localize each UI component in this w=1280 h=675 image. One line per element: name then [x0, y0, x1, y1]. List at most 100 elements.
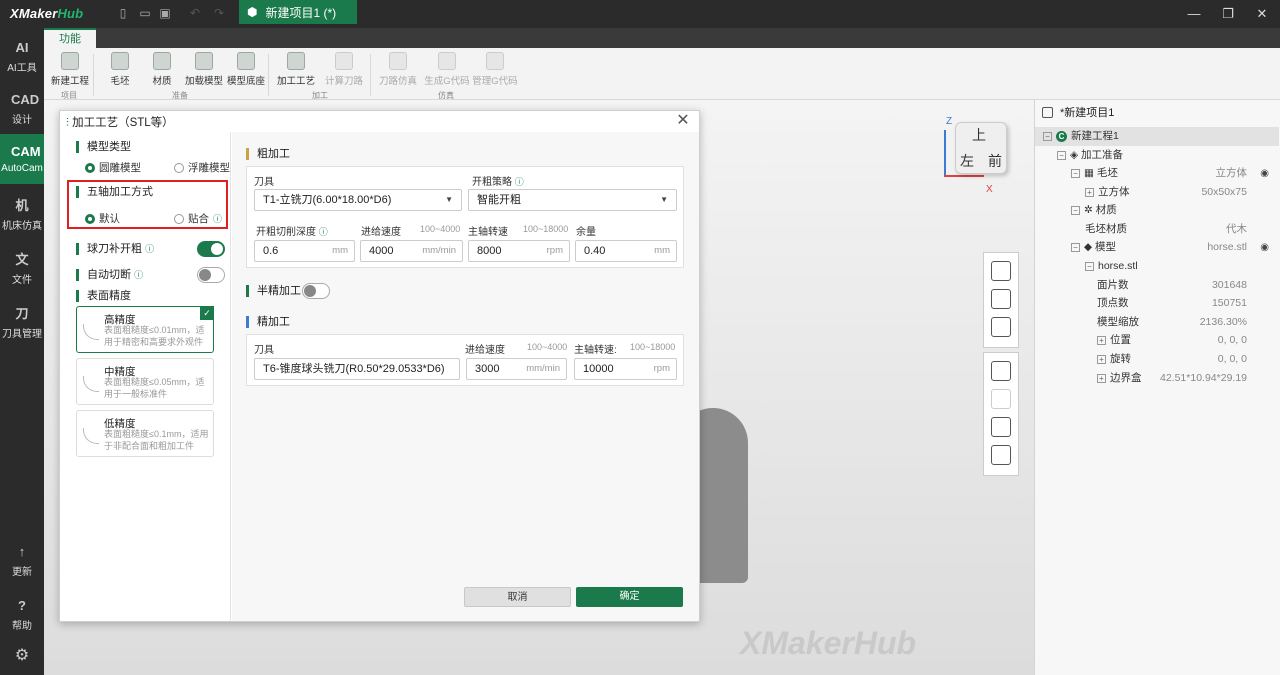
rough-tool-select[interactable]: T1-立铣刀(6.00*18.00*D6) ▼ [254, 189, 462, 211]
button-label: 模型底座 [226, 76, 265, 87]
load-model-button[interactable]: 加载模型 [184, 52, 224, 87]
radio-relief-model[interactable]: 浮雕模型 [174, 160, 230, 175]
generate-gcode-button[interactable]: 生成G代码 [424, 52, 470, 87]
semi-finish-toggle[interactable] [302, 283, 330, 299]
finish-feed-input[interactable]: 3000 mm/min [466, 358, 567, 380]
tree-value: 42.51*10.94*29.19 [1160, 372, 1247, 384]
cube-face-top[interactable]: 上 [972, 125, 986, 145]
material-button[interactable]: 材质 [142, 52, 182, 87]
ok-button[interactable]: 确定 [576, 587, 683, 607]
manage-gcode-button[interactable]: 管理G代码 [472, 52, 518, 87]
refresh-view-icon[interactable] [991, 261, 1011, 281]
depth-input[interactable]: 0.6 mm [254, 240, 355, 262]
save-icon[interactable]: ▣ [158, 6, 172, 20]
calc-toolpath-button[interactable]: 计算刀路 [324, 52, 364, 87]
tree-row-stock[interactable]: − ▦ 毛坯 立方体 ◉ [1035, 164, 1279, 183]
toolpath-sim-button[interactable]: 刀路仿真 [378, 52, 418, 87]
undo-icon[interactable]: ↶ [188, 6, 202, 20]
stock-visibility-icon[interactable] [991, 417, 1011, 437]
info-icon[interactable]: ⓘ [134, 270, 143, 280]
cube-face-left[interactable]: 左 [960, 151, 974, 171]
close-icon[interactable]: ✕ [1252, 4, 1272, 24]
sidebar-item-machine-sim[interactable]: 机机床仿真 [0, 188, 44, 238]
info-icon[interactable]: ⓘ [515, 177, 524, 187]
new-file-icon[interactable]: ▯ [116, 6, 130, 20]
strategy-select[interactable]: 智能开粗 ▼ [468, 189, 677, 211]
select-value: 智能开粗 [477, 194, 521, 206]
sidebar-item-update[interactable]: ↑ 更新 [0, 534, 44, 584]
depth-label: 开粗切削深度 ⓘ [256, 223, 328, 238]
tree-row-cube[interactable]: + 立方体 50x50x75 [1035, 183, 1279, 202]
button-label: 材质 [152, 76, 172, 87]
open-folder-icon[interactable]: ▭ [138, 6, 152, 20]
input-value: 0.40 [584, 245, 606, 257]
auto-cut-toggle[interactable] [197, 267, 225, 283]
tree-row-horse[interactable]: − horse.stl [1035, 257, 1279, 276]
stock-button[interactable]: 毛坯 [100, 52, 140, 87]
precision-card-low[interactable]: 低精度 表面粗糙度≤0.1mm，适用于非配合面和粗加工件 [76, 410, 214, 457]
info-icon[interactable]: ⓘ [319, 227, 328, 237]
dialog-close-icon[interactable]: ✕ [676, 113, 690, 129]
tree-row-project[interactable]: − C 新建工程1 [1035, 127, 1279, 146]
radio-round-model[interactable]: 圆雕模型 [85, 160, 141, 175]
finish-spindle-input[interactable]: 10000 rpm [574, 358, 677, 380]
eye-icon[interactable]: ◉ [1260, 165, 1269, 184]
rough-spindle-range: 100~18000 [523, 224, 569, 234]
rough-feed-input[interactable]: 4000 mm/min [360, 240, 463, 262]
tool-visibility-icon[interactable] [991, 445, 1011, 465]
card-desc: 表面粗糙度≤0.01mm，适用于精密和高要求外观件 [104, 325, 205, 347]
sidebar-item-file[interactable]: 文文件 [0, 242, 44, 292]
axis-visibility-icon[interactable] [991, 361, 1011, 381]
tree-title: *新建项目1 [1034, 102, 1280, 124]
ribbon-separator [370, 54, 371, 96]
tree-value: 150751 [1211, 297, 1247, 309]
tree-value: horse.stl [1207, 241, 1247, 253]
label-text: 开粗策略 [472, 177, 512, 188]
tree-row-prepare[interactable]: − ◈ 加工准备 [1035, 146, 1279, 165]
tree-row-position[interactable]: + 位置 0, 0, 0 [1035, 331, 1279, 350]
project-tab[interactable]: ⬢ 新建项目1 (*) [239, 0, 357, 24]
tree-row-rotation[interactable]: + 旋转 0, 0, 0 [1035, 350, 1279, 369]
tree-row-stock-material[interactable]: 毛坯材质 代木 [1035, 220, 1279, 239]
redo-icon[interactable]: ↷ [212, 6, 226, 20]
precision-card-medium[interactable]: 中精度 表面粗糙度≤0.05mm，适用于一般标准件 [76, 358, 214, 405]
radio-on-icon [85, 162, 95, 173]
sidebar-item-help[interactable]: ? 帮助 [0, 588, 44, 638]
sidebar-item-cad[interactable]: CAD 设计 [0, 82, 44, 132]
new-project-button[interactable]: 新建工程 [50, 52, 90, 87]
tree-row-model[interactable]: − ◆ 模型 horse.stl ◉ [1035, 238, 1279, 257]
maximize-icon[interactable]: ❐ [1218, 4, 1238, 24]
cancel-button[interactable]: 取消 [464, 587, 571, 607]
view-cube[interactable]: 上 左 前 [955, 122, 1007, 174]
rough-spindle-input[interactable]: 8000 rpm [468, 240, 570, 262]
watermark: XMakerHub [740, 625, 917, 661]
x-axis-label: X [986, 184, 993, 195]
tab-functions[interactable]: 功能 [44, 28, 96, 48]
unlock-icon[interactable] [991, 289, 1011, 309]
box-view-icon[interactable] [991, 317, 1011, 337]
toolpath-visibility-icon[interactable] [991, 389, 1011, 409]
sidebar-item-autocam[interactable]: CAM AutoCam [0, 134, 44, 184]
process-button[interactable]: 加工工艺 [276, 52, 316, 87]
ball-rough-label: 球刀补开粗 ⓘ [76, 243, 154, 255]
tree-label: 顶点数 [1097, 297, 1129, 309]
finish-tool-select[interactable]: T6-锥度球头铣刀(R0.50*29.0533*D6) [254, 358, 460, 380]
ribbon-separator [268, 54, 269, 96]
sidebar-item-tools[interactable]: 刀刀具管理 [0, 296, 44, 346]
minimize-icon[interactable]: — [1184, 4, 1204, 24]
model-base-button[interactable]: 模型底座 [226, 52, 266, 87]
eye-icon[interactable]: ◉ [1260, 239, 1269, 258]
calc-toolpath-icon [335, 52, 353, 70]
tree-row-bbox[interactable]: + 边界盒 42.51*10.94*29.19 [1035, 369, 1279, 388]
precision-card-high[interactable]: 高精度 表面粗糙度≤0.01mm，适用于精密和高要求外观件 ✓ [76, 306, 214, 353]
finish-spindle-range: 100~18000 [630, 342, 676, 352]
allowance-input[interactable]: 0.40 mm [575, 240, 677, 262]
input-value: 8000 [477, 245, 502, 257]
ball-rough-toggle[interactable] [197, 241, 225, 257]
sidebar-item-ai[interactable]: AI AI工具 [0, 30, 44, 80]
cube-face-front[interactable]: 前 [988, 151, 1002, 171]
tree-row-material[interactable]: − ✲ 材质 [1035, 201, 1279, 220]
sidebar-item-settings[interactable]: ⚙ [0, 640, 44, 674]
label-text: 开粗切削深度 [256, 227, 316, 238]
info-icon[interactable]: ⓘ [145, 244, 154, 254]
